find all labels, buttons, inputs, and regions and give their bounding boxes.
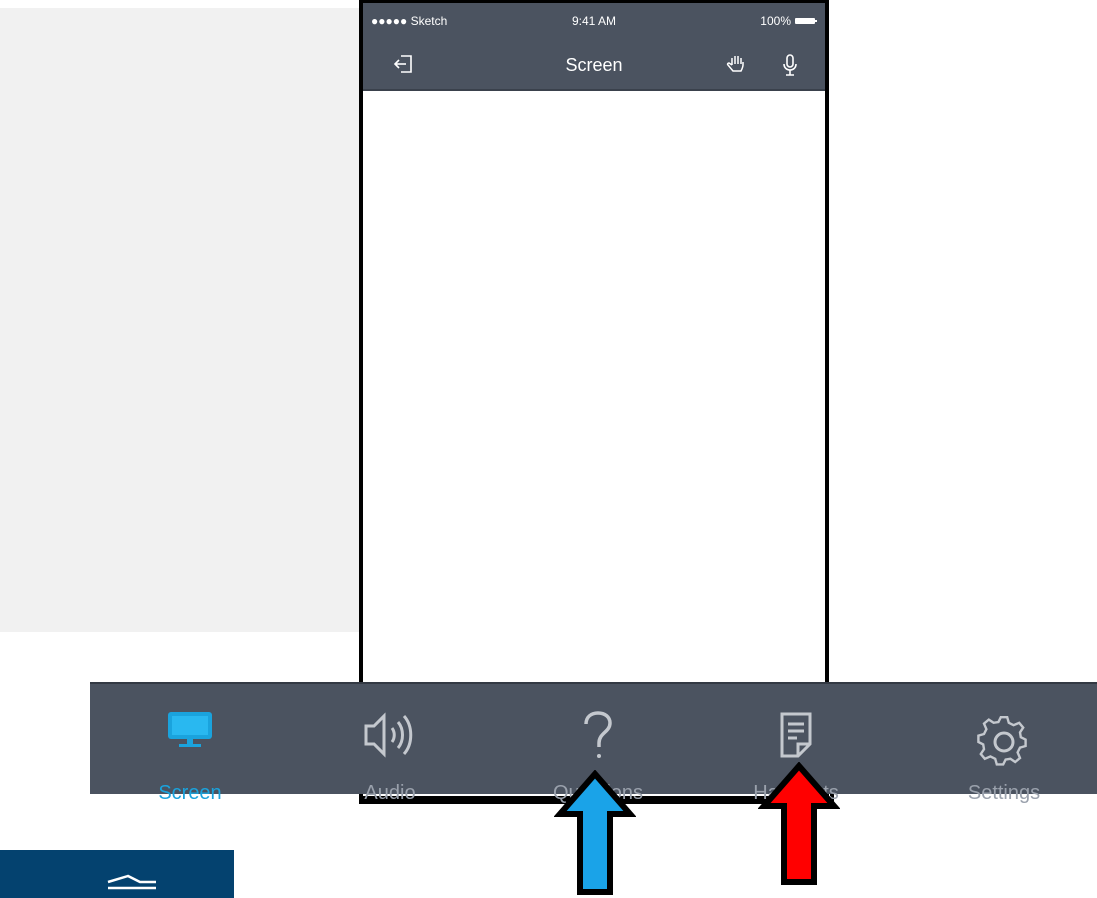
blue-arrow-annotation <box>554 770 636 895</box>
brand-corner <box>0 850 234 898</box>
tab-label: Audio <box>364 782 416 804</box>
status-time: 9:41 AM <box>571 14 617 28</box>
tab-settings[interactable]: Settings <box>904 684 1097 804</box>
tab-screen[interactable]: Screen <box>90 684 290 804</box>
status-bar: ●●●●● Sketch 9:41 AM 100% <box>363 3 825 41</box>
speaker-icon <box>364 712 413 758</box>
tab-audio[interactable]: Audio <box>290 684 490 804</box>
phone-frame: ●●●●● Sketch 9:41 AM 100% Screen <box>359 0 829 800</box>
nav-title: Screen <box>565 55 623 75</box>
battery-icon <box>795 18 817 24</box>
tab-label: Screen <box>158 782 222 804</box>
background-panel <box>0 8 362 632</box>
handout-icon <box>780 712 812 758</box>
monitor-icon <box>168 712 212 747</box>
red-arrow-annotation <box>758 762 840 885</box>
tab-label: Settings <box>967 782 1041 804</box>
question-icon <box>584 711 612 758</box>
nav-bar: Screen <box>363 41 825 91</box>
gear-icon <box>977 716 1027 766</box>
logo-icon <box>107 874 156 890</box>
battery-percent: 100% <box>760 14 791 28</box>
raise-hand-icon[interactable] <box>725 53 749 80</box>
microphone-icon[interactable] <box>781 53 799 82</box>
